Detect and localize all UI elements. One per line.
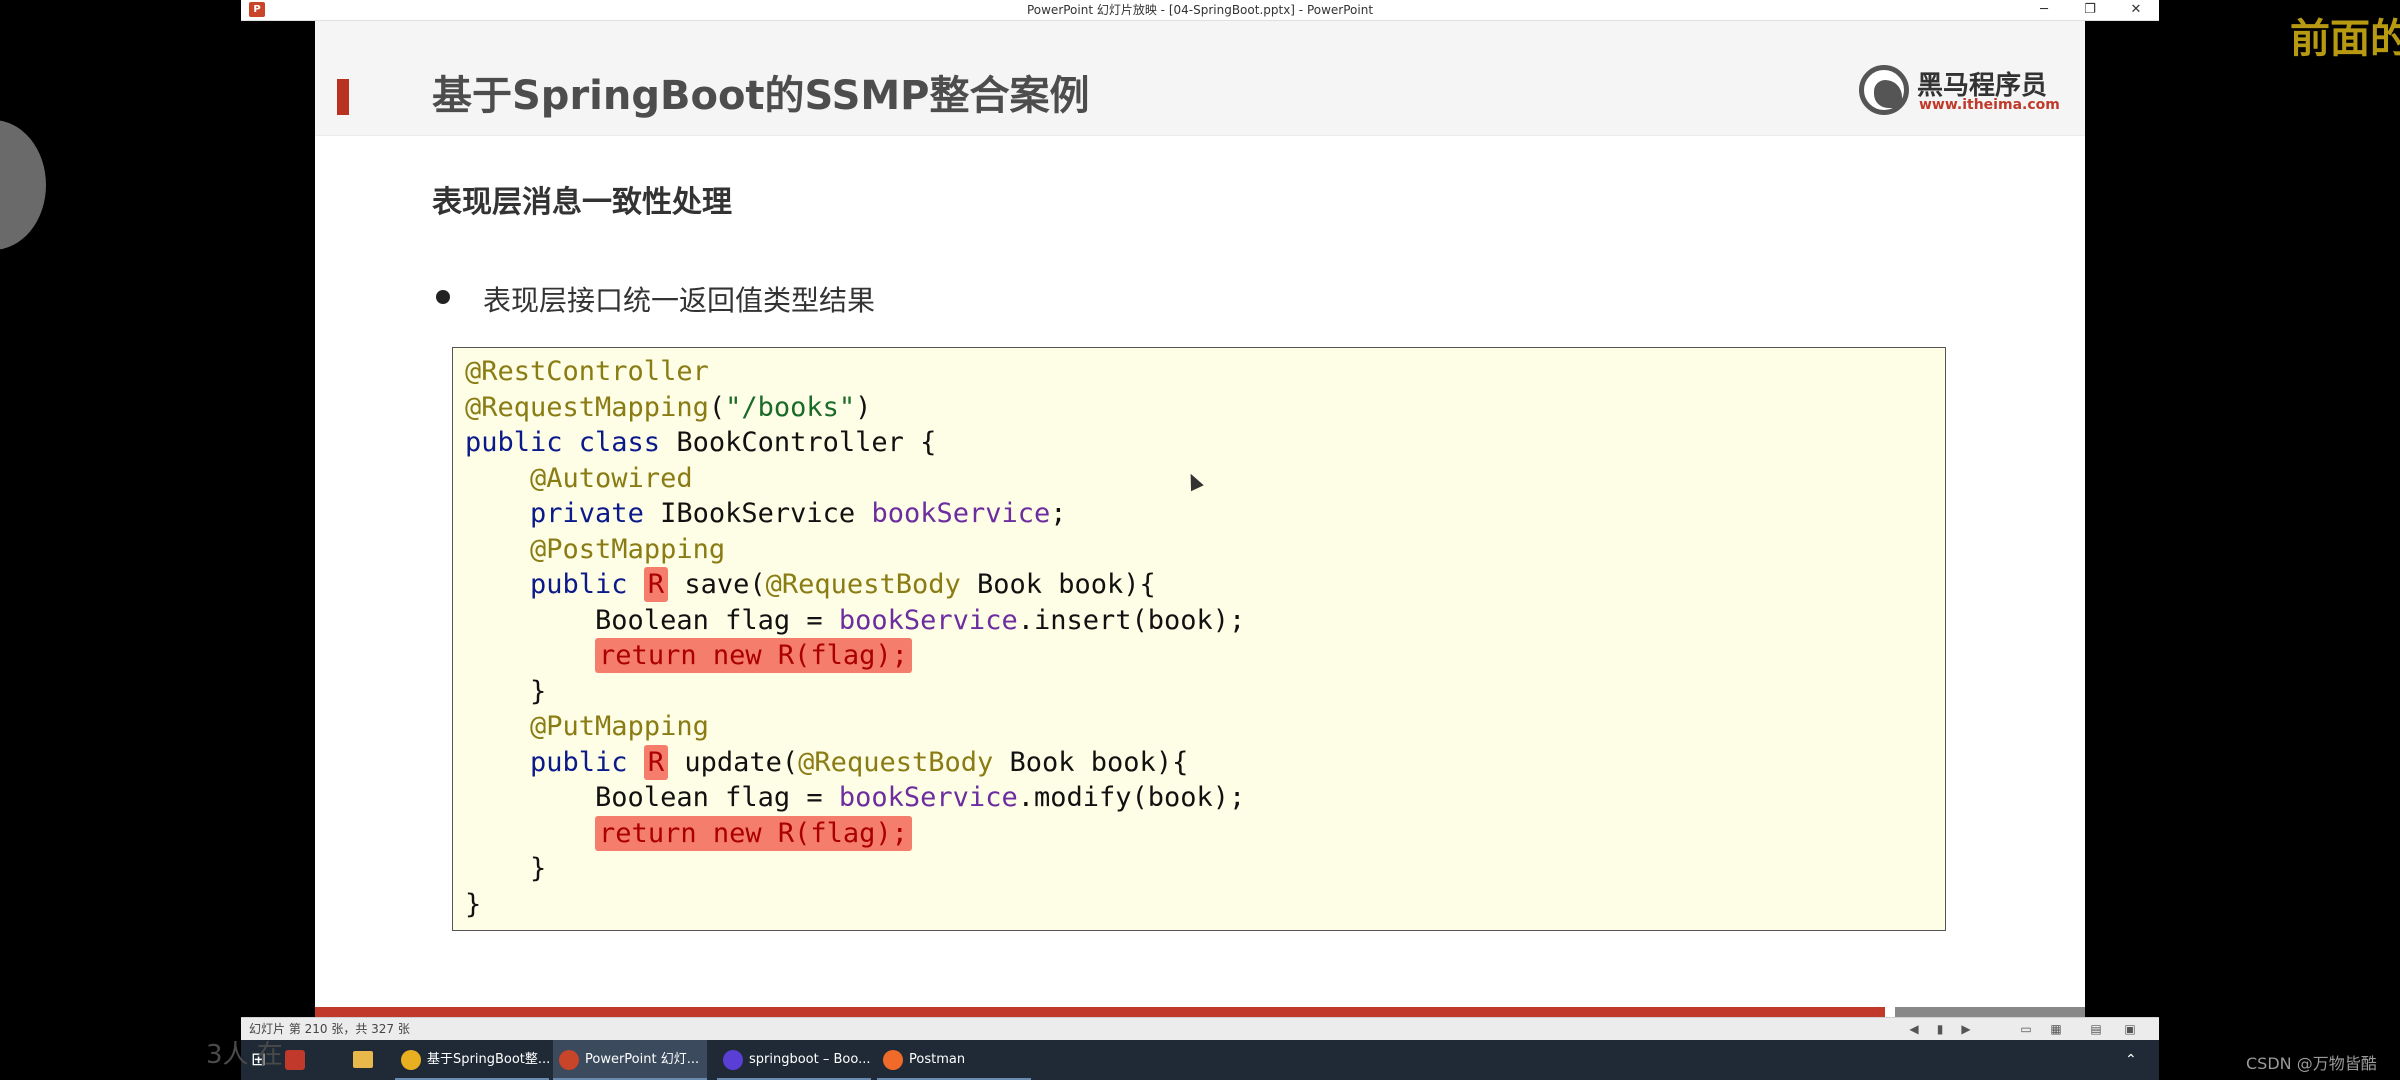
itheima-logo: 黑马程序员 www.itheima.com bbox=[1859, 63, 2060, 123]
code-brace: } bbox=[530, 675, 547, 707]
tray-chevron-icon[interactable]: ⌃ bbox=[2125, 1052, 2137, 1068]
code-field: bookService bbox=[838, 782, 1018, 813]
code-statement: Boolean flag = bbox=[595, 604, 839, 636]
slide-subtitle: 表现层消息一致性处理 bbox=[432, 185, 732, 220]
taskbar-item-label: springboot – Boo... bbox=[749, 1052, 871, 1067]
status-bar: 幻灯片 第 210 张，共 327 张 ◀ ▮ ▶ ▭ ▦ ▤ ▣ bbox=[241, 1017, 2159, 1041]
powerpoint-icon bbox=[559, 1050, 579, 1070]
code-annotation: @PostMapping bbox=[530, 533, 726, 565]
code-statement: .modify(book); bbox=[1017, 782, 1246, 813]
highlighted-return-statement: return new R(flag); bbox=[595, 638, 912, 673]
bullet-icon bbox=[436, 290, 450, 304]
minimize-button[interactable]: ─ bbox=[2021, 0, 2067, 20]
taskbar-item-powerpoint[interactable]: PowerPoint 幻灯... bbox=[553, 1040, 707, 1080]
overlay-bottom-left: 3人 在 bbox=[206, 1040, 283, 1070]
horse-logo-icon bbox=[1859, 65, 1909, 115]
intellij-icon bbox=[723, 1050, 743, 1070]
code-statement: .insert(book); bbox=[1017, 604, 1246, 636]
slideshow-area: 基于SpringBoot的SSMP整合案例 黑马程序员 www.itheima.… bbox=[241, 21, 2159, 1017]
title-bar: P PowerPoint 幻灯片放映 - [04-SpringBoot.pptx… bbox=[241, 0, 2159, 21]
file-explorer-icon[interactable] bbox=[353, 1051, 373, 1068]
csdn-watermark: CSDN @万物皆酷 bbox=[2246, 1054, 2377, 1073]
code-annotation: @PutMapping bbox=[530, 711, 709, 742]
slide-title: 基于SpringBoot的SSMP整合案例 bbox=[432, 73, 1090, 119]
title-accent-bar bbox=[337, 79, 349, 115]
taskbar: ⊞ 基于SpringBoot整... PowerPoint 幻灯... spri… bbox=[241, 1040, 2159, 1080]
overlay-right-text: 前面的 bbox=[2290, 16, 2400, 62]
code-string: "/books" bbox=[725, 391, 856, 423]
taskbar-app-icon[interactable] bbox=[285, 1050, 305, 1070]
code-annotation: @RequestBody bbox=[765, 569, 961, 600]
bullet-text: 表现层接口统一返回值类型结果 bbox=[483, 284, 876, 317]
logo-url: www.itheima.com bbox=[1919, 97, 2060, 113]
code-annotation: @Autowired bbox=[530, 462, 693, 494]
pause-icon[interactable]: ▮ bbox=[1933, 1022, 1947, 1036]
taskbar-item-label: 基于SpringBoot整... bbox=[427, 1052, 549, 1067]
code-annotation: @RequestMapping bbox=[465, 391, 709, 423]
code-keyword: public class bbox=[465, 427, 661, 458]
slide-progress-bar bbox=[315, 1007, 1885, 1017]
code-statement: Boolean flag = bbox=[595, 782, 839, 813]
code-field: bookService bbox=[871, 498, 1051, 529]
postman-icon bbox=[883, 1050, 903, 1070]
chrome-icon bbox=[401, 1050, 421, 1070]
highlighted-return-type: R bbox=[643, 567, 669, 602]
close-button[interactable]: ✕ bbox=[2113, 0, 2159, 20]
code-annotation: @RequestBody bbox=[798, 746, 994, 778]
avatar bbox=[0, 120, 46, 250]
code-keyword: private bbox=[530, 498, 644, 529]
code-class-name: BookController { bbox=[676, 427, 937, 458]
taskbar-item-postman[interactable]: Postman bbox=[877, 1040, 1031, 1080]
code-params: Book book){ bbox=[1009, 746, 1189, 778]
restore-button[interactable]: ❐ bbox=[2067, 0, 2113, 20]
highlighted-return-type: R bbox=[643, 744, 669, 780]
highlighted-return-statement: return new R(flag); bbox=[595, 815, 912, 851]
taskbar-item-label: PowerPoint 幻灯... bbox=[585, 1052, 700, 1067]
prev-icon[interactable]: ◀ bbox=[1907, 1022, 1921, 1036]
next-icon[interactable]: ▶ bbox=[1959, 1022, 1973, 1036]
code-keyword: public bbox=[530, 569, 628, 600]
code-method: update( bbox=[684, 746, 799, 778]
slide-sorter-icon[interactable]: ▦ bbox=[2049, 1022, 2063, 1036]
normal-view-icon[interactable]: ▭ bbox=[2019, 1022, 2033, 1036]
code-field: bookService bbox=[838, 604, 1018, 636]
taskbar-item-chrome[interactable]: 基于SpringBoot整... bbox=[395, 1040, 549, 1080]
code-params: Book book){ bbox=[977, 569, 1156, 600]
code-annotation: @RestController bbox=[465, 356, 709, 387]
slideshow-icon[interactable]: ▣ bbox=[2123, 1022, 2137, 1036]
window-title: PowerPoint 幻灯片放映 - [04-SpringBoot.pptx] … bbox=[1026, 3, 1374, 17]
code-brace: } bbox=[530, 853, 547, 884]
reading-view-icon[interactable]: ▤ bbox=[2089, 1022, 2103, 1036]
taskbar-item-intellij[interactable]: springboot – Boo... bbox=[717, 1040, 871, 1080]
slide-progress-remaining bbox=[1895, 1007, 2085, 1017]
code-block: @RestController @RequestMapping("/books"… bbox=[452, 347, 1946, 931]
code-type: IBookService bbox=[660, 498, 856, 529]
powerpoint-window: P PowerPoint 幻灯片放映 - [04-SpringBoot.pptx… bbox=[241, 0, 2159, 1041]
taskbar-item-label: Postman bbox=[909, 1052, 966, 1067]
code-keyword: public bbox=[530, 746, 628, 778]
code-brace: } bbox=[465, 888, 482, 920]
slide-title-band: 基于SpringBoot的SSMP整合案例 黑马程序员 www.itheima.… bbox=[315, 21, 2085, 136]
code-text: @RestController @RequestMapping("/books"… bbox=[465, 356, 1246, 920]
code-method: save( bbox=[684, 569, 766, 600]
slide[interactable]: 基于SpringBoot的SSMP整合案例 黑马程序员 www.itheima.… bbox=[315, 21, 2085, 1017]
